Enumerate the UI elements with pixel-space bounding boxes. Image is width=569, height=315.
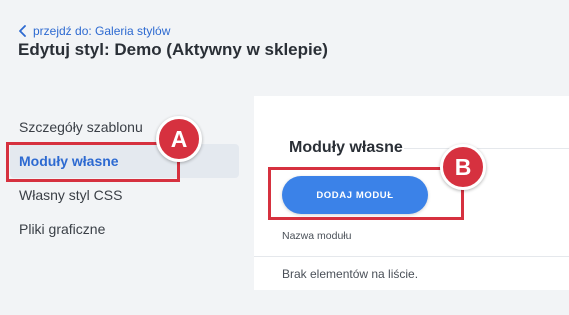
callout-badge-a: A <box>156 116 202 162</box>
sidebar-item-custom-modules[interactable]: Moduły własne <box>10 144 239 178</box>
sidebar-item-image-files[interactable]: Pliki graficzne <box>10 212 239 246</box>
back-to-gallery-link[interactable]: przejdź do: Galeria stylów <box>18 22 170 40</box>
chevron-left-icon <box>19 25 26 37</box>
sidebar-item-custom-css[interactable]: Własny styl CSS <box>10 178 239 212</box>
back-link-label: przejdź do: Galeria stylów <box>33 24 171 38</box>
sidebar: Szczegóły szablonu Moduły własne Własny … <box>10 110 239 246</box>
empty-list-message: Brak elementów na liście. <box>282 267 419 281</box>
sidebar-item-label: Własny styl CSS <box>19 187 123 203</box>
section-title: Moduły własne <box>289 139 403 156</box>
table-divider <box>254 256 569 257</box>
sidebar-item-label: Pliki graficzne <box>19 221 106 237</box>
sidebar-item-label: Moduły własne <box>19 153 119 169</box>
column-header-module-name: Nazwa modułu <box>282 230 352 242</box>
section-divider <box>404 148 569 149</box>
sidebar-item-label: Szczegóły szablonu <box>19 119 143 135</box>
sidebar-item-template-details[interactable]: Szczegóły szablonu <box>10 110 239 144</box>
page-title: Edytuj styl: Demo (Aktywny w sklepie) <box>18 40 328 59</box>
add-module-button[interactable]: DODAJ MODUŁ <box>282 176 428 214</box>
custom-modules-panel: Moduły własne DODAJ MODUŁ Nazwa modułu B… <box>254 96 569 290</box>
callout-badge-b: B <box>440 144 486 190</box>
